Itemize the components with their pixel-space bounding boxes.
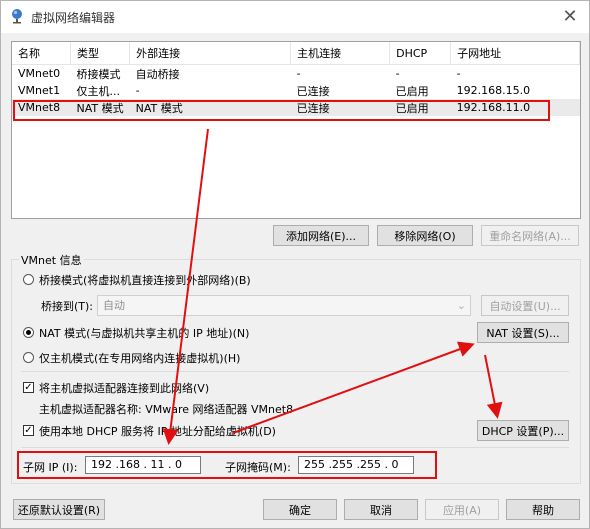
arrow-to-subnet-ip <box>162 128 209 445</box>
arrow-to-nat-settings <box>232 341 475 434</box>
virtual-network-editor-window: 虚拟网络编辑器 ✕ 名称 类型 外部连接 主机连接 DHCP 子网地址 VMne… <box>0 0 590 529</box>
annotation-arrows <box>162 128 503 445</box>
arrow-to-dhcp-settings <box>484 354 503 419</box>
